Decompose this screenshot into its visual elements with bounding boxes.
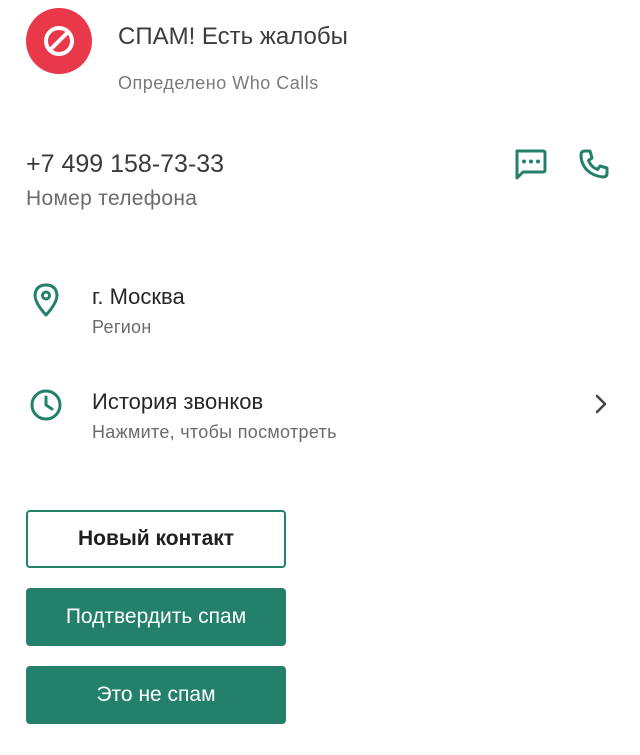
clock-icon [26, 385, 66, 425]
region-row: г. Москва Регион [0, 278, 640, 350]
phone-caption: Номер телефона [26, 187, 198, 210]
location-pin-icon [26, 280, 66, 320]
spam-source: Определено Who Calls [118, 73, 319, 93]
message-icon [512, 146, 548, 187]
phone-icon [577, 147, 611, 186]
new-contact-button[interactable]: Новый контакт [26, 510, 286, 568]
call-history-subtitle: Нажмите, чтобы посмотреть [92, 422, 337, 442]
not-spam-button[interactable]: Это не спам [26, 666, 286, 724]
confirm-spam-button[interactable]: Подтвердить спам [26, 588, 286, 646]
spam-title: СПАМ! Есть жалобы [118, 23, 348, 50]
call-button[interactable] [572, 144, 616, 188]
block-icon [26, 8, 92, 74]
region-title: г. Москва [92, 284, 185, 309]
send-message-button[interactable] [508, 144, 552, 188]
spam-banner: СПАМ! Есть жалобы Определено Who Calls [0, 0, 640, 110]
call-history-title: История звонков [92, 389, 264, 414]
region-subtitle: Регион [92, 317, 152, 337]
phone-number: +7 499 158-73-33 [26, 150, 225, 178]
call-history-row[interactable]: История звонков Нажмите, чтобы посмотрет… [0, 383, 640, 455]
chevron-right-icon [588, 391, 614, 417]
